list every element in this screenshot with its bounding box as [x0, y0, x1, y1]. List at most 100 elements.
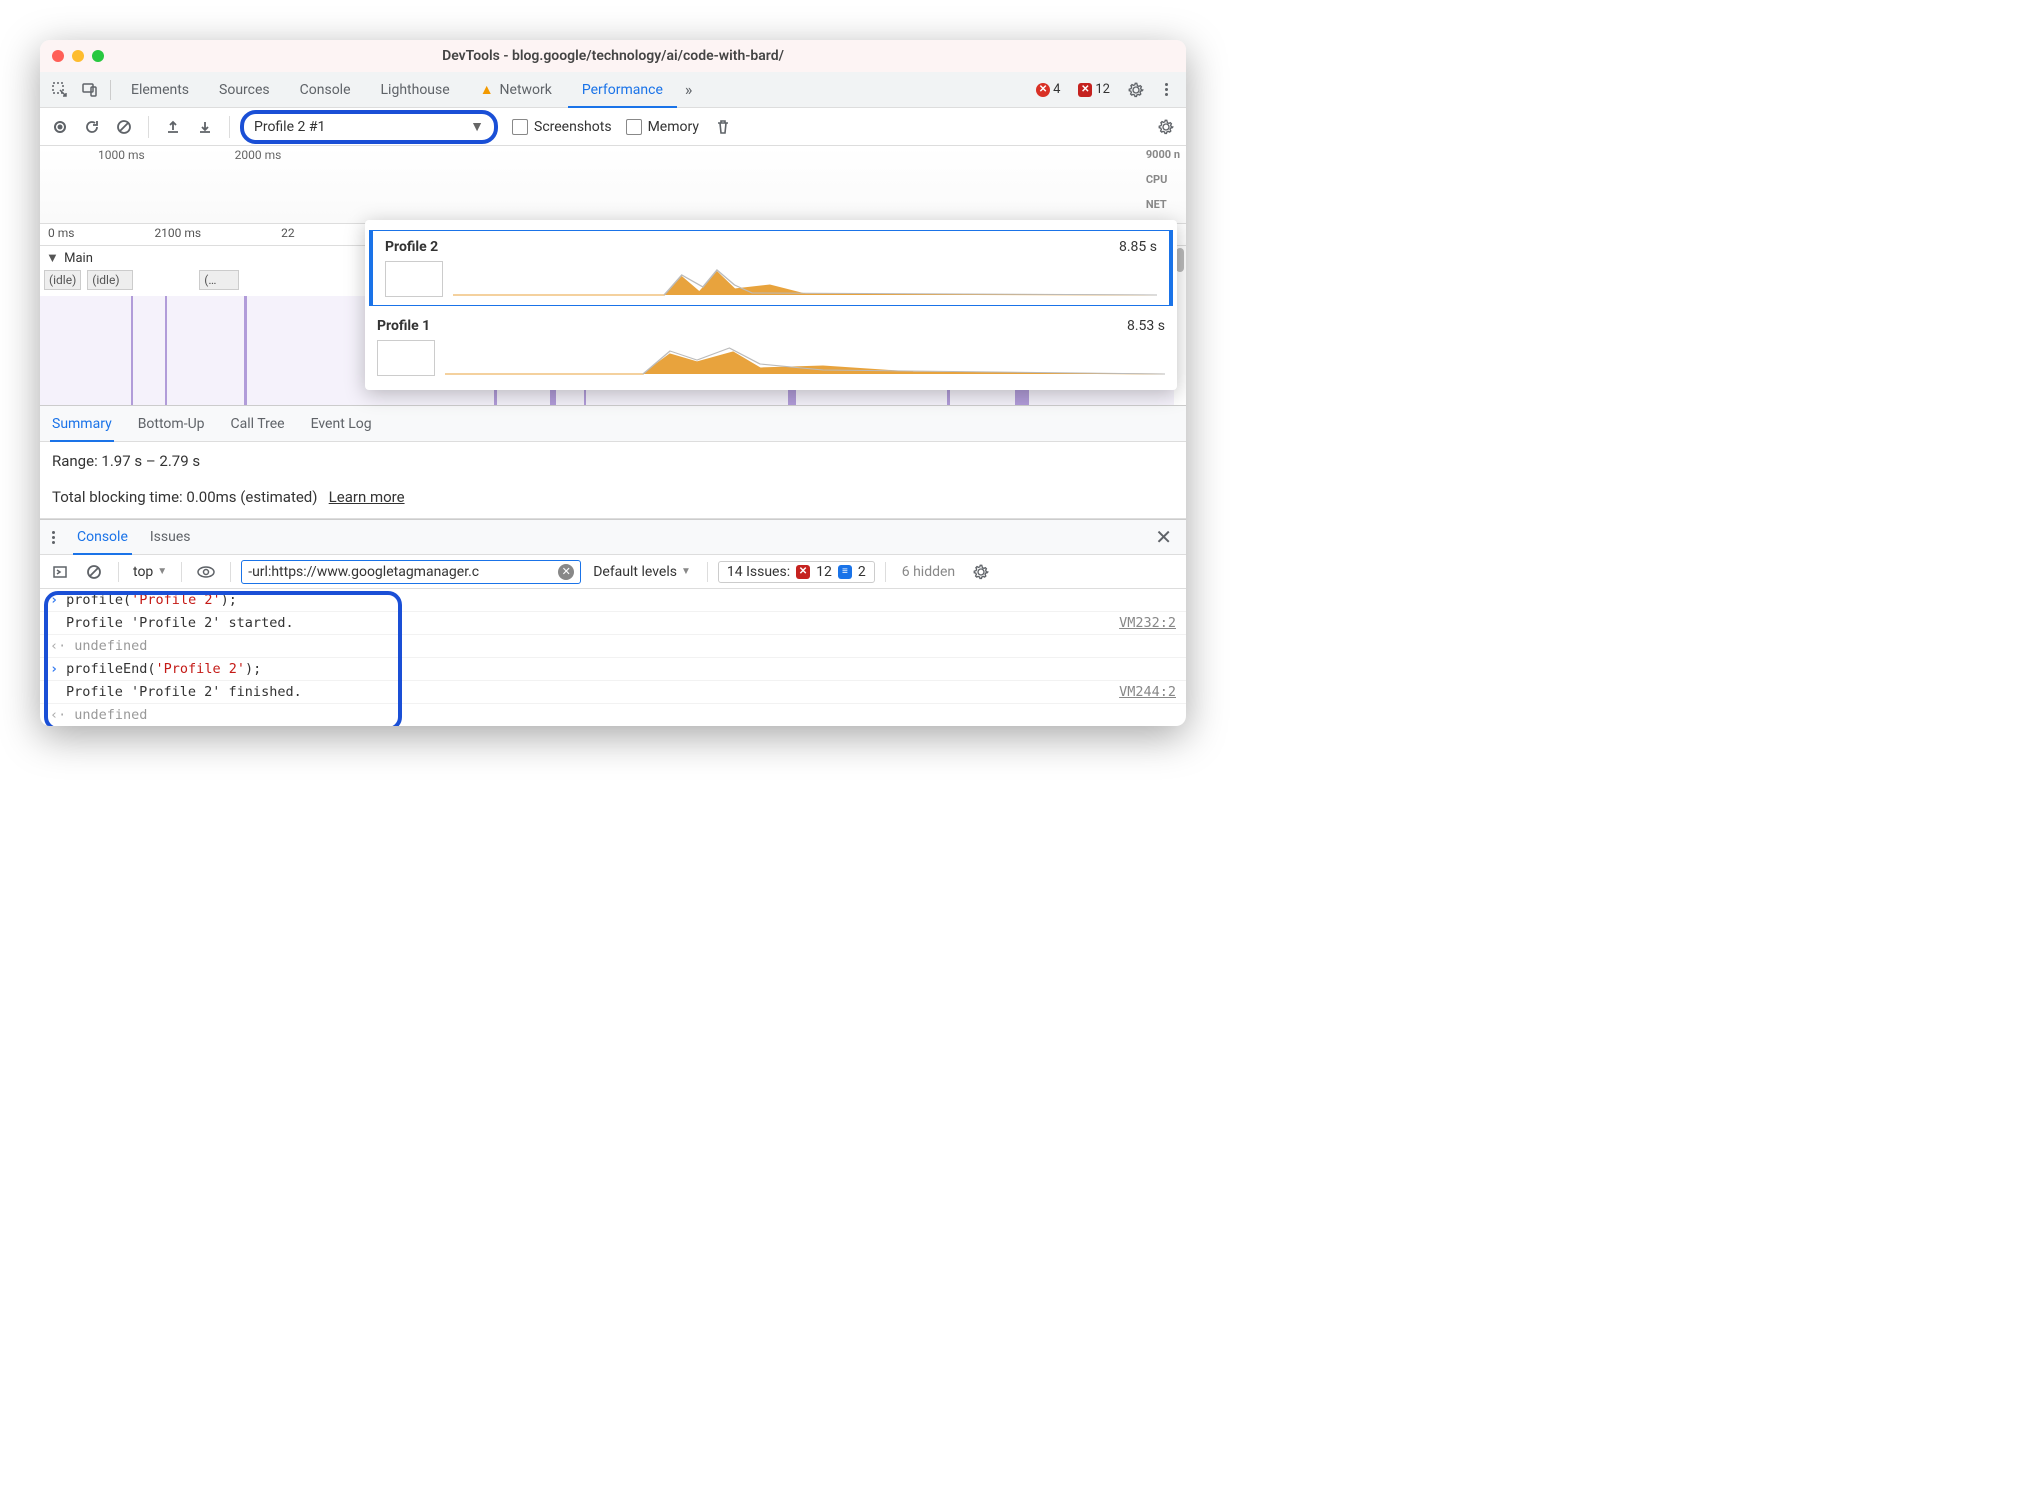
overview-tick: 9000 n [1146, 148, 1180, 161]
memory-label: Memory [648, 119, 699, 135]
clear-filter-icon[interactable]: ✕ [558, 564, 574, 580]
source-link[interactable]: VM244:2 [1119, 684, 1176, 700]
code-text: ); [221, 592, 237, 608]
console-input-line[interactable]: › profile('Profile 2'); [40, 589, 1186, 612]
tab-performance[interactable]: Performance [568, 72, 677, 108]
scrollbar-thumb[interactable] [1176, 248, 1184, 272]
overview-tick: 2000 ms [235, 148, 282, 221]
levels-label: Default levels [593, 564, 677, 580]
live-expression-icon[interactable] [192, 558, 220, 586]
screenshots-checkbox[interactable]: Screenshots [512, 119, 612, 135]
subtab-event-log[interactable]: Event Log [309, 406, 374, 442]
drawer-tab-console[interactable]: Console [73, 519, 132, 555]
code-text: ); [245, 661, 261, 677]
issues-msg-count: 2 [858, 564, 866, 580]
log-levels-select[interactable]: Default levels ▼ [587, 564, 697, 580]
console-sidebar-icon[interactable] [46, 558, 74, 586]
console-log-line: Profile 'Profile 2' started. VM232:2 [40, 612, 1186, 635]
tab-elements[interactable]: Elements [117, 72, 203, 108]
blocking-label: Total blocking time: 0.00ms (estimated) [52, 488, 318, 506]
ruler-tick: 0 ms [48, 226, 74, 243]
more-tabs-icon[interactable]: » [679, 80, 699, 99]
record-icon[interactable] [46, 113, 74, 141]
memory-checkbox[interactable]: Memory [626, 119, 699, 135]
subtab-bottom-up[interactable]: Bottom-Up [136, 406, 207, 442]
source-link[interactable]: VM232:2 [1119, 615, 1176, 631]
chevron-down-icon: ▼ [681, 566, 691, 577]
profile-select[interactable]: Profile 2 #1 ▼ [240, 110, 498, 144]
console-input-line[interactable]: › profileEnd('Profile 2'); [40, 658, 1186, 681]
string-literal: 'Profile 2' [131, 592, 220, 608]
console-log-line: Profile 'Profile 2' finished. VM244:2 [40, 681, 1186, 704]
learn-more-link[interactable]: Learn more [329, 488, 405, 506]
close-drawer-icon[interactable]: ✕ [1155, 525, 1178, 549]
checkbox-icon [626, 119, 642, 135]
chevron-down-icon: ▼ [470, 118, 484, 135]
tab-lighthouse[interactable]: Lighthouse [367, 72, 464, 108]
profile-dropdown: Profile 2 8.85 s Profile 1 8.53 s [365, 220, 1177, 390]
drawer-tab-bar: Console Issues ✕ [40, 519, 1186, 555]
devtools-window: DevTools - blog.google/technology/ai/cod… [40, 40, 1186, 726]
separator [148, 116, 149, 138]
drawer-menu-icon[interactable] [48, 527, 59, 548]
code-text: profileEnd( [66, 661, 155, 677]
error-badges: ✕ 4 ✕ 12 [1030, 81, 1120, 98]
checkbox-icon [512, 119, 528, 135]
drawer-tab-issues[interactable]: Issues [146, 519, 195, 555]
context-selector[interactable]: top ▼ [129, 564, 171, 580]
idle-task[interactable]: (idle) [44, 270, 81, 290]
prompt-icon: › [50, 661, 58, 677]
tab-console[interactable]: Console [286, 72, 365, 108]
subtab-call-tree[interactable]: Call Tree [229, 406, 287, 442]
main-tab-bar: Elements Sources Console Lighthouse ▲ Ne… [40, 72, 1186, 108]
clear-icon[interactable] [110, 113, 138, 141]
warning-icon: ▲ [480, 81, 494, 98]
details-tabs: Summary Bottom-Up Call Tree Event Log [40, 406, 1186, 442]
cpu-label: CPU [1146, 173, 1180, 186]
tab-network[interactable]: ▲ Network [466, 72, 566, 108]
subtab-summary[interactable]: Summary [50, 406, 114, 442]
console-return-line: ‹· undefined [40, 635, 1186, 658]
clear-console-icon[interactable] [80, 558, 108, 586]
collapse-icon: ▼ [46, 251, 59, 266]
log-message: Profile 'Profile 2' finished. [66, 684, 302, 700]
download-icon[interactable] [191, 113, 219, 141]
console-settings-icon[interactable] [967, 558, 995, 586]
device-toolbar-icon[interactable] [76, 76, 104, 104]
issues-summary[interactable]: 14 Issues: ✕ 12 ≡ 2 [718, 561, 875, 583]
trash-icon[interactable] [709, 113, 737, 141]
message-icon: ≡ [838, 565, 852, 579]
inspect-element-icon[interactable] [46, 76, 74, 104]
chevron-down-icon: ▼ [157, 566, 167, 577]
errors-badge[interactable]: ✕ 4 [1030, 81, 1066, 98]
settings-icon[interactable] [1122, 76, 1150, 104]
issues-badge[interactable]: ✕ 12 [1072, 81, 1116, 98]
capture-settings-icon[interactable] [1152, 113, 1180, 141]
console-filter-input[interactable]: -url:https://www.googletagmanager.c ✕ [241, 560, 581, 584]
upload-icon[interactable] [159, 113, 187, 141]
kebab-menu-icon[interactable] [1152, 76, 1180, 104]
issues-err-count: 12 [816, 564, 832, 580]
log-message: Profile 'Profile 2' started. [66, 615, 294, 631]
error-square-icon: ✕ [1078, 83, 1092, 97]
profile-option-1[interactable]: Profile 1 8.53 s [365, 310, 1177, 384]
context-value: top [133, 564, 153, 580]
reload-record-icon[interactable] [78, 113, 106, 141]
performance-toolbar: Profile 2 #1 ▼ Screenshots Memory [40, 108, 1186, 146]
profile-waveform [445, 346, 1165, 376]
window-title: DevTools - blog.google/technology/ai/cod… [40, 48, 1186, 64]
overview-timeline[interactable]: 1000 ms 2000 ms 9000 n CPU NET [40, 146, 1186, 224]
idle-task[interactable]: (idle) [87, 270, 133, 290]
main-track-label: Main [64, 251, 93, 266]
overview-tick: 1000 ms [98, 148, 145, 221]
profile-option-2[interactable]: Profile 2 8.85 s [369, 230, 1173, 306]
truncated-task[interactable]: (… [199, 270, 239, 290]
tab-sources[interactable]: Sources [205, 72, 284, 108]
separator [181, 562, 182, 582]
profile-duration: 8.85 s [1119, 239, 1157, 255]
range-text: Range: 1.97 s – 2.79 s [40, 442, 1186, 480]
hidden-count[interactable]: 6 hidden [896, 564, 961, 580]
tab-network-label: Network [500, 82, 552, 98]
profile-select-value: Profile 2 #1 [254, 119, 325, 135]
separator [229, 116, 230, 138]
